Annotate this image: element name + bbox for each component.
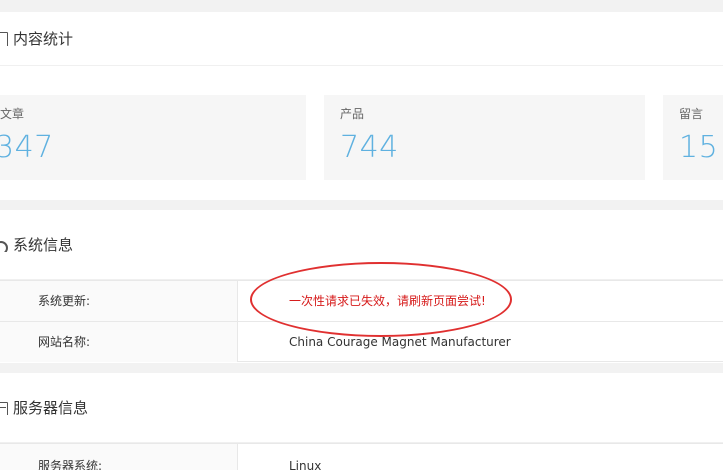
stat-value: 347 bbox=[0, 130, 54, 165]
gear-icon bbox=[0, 238, 8, 252]
content-stats-title: 内容统计 bbox=[13, 30, 74, 48]
stat-articles[interactable]: 文章 347 bbox=[0, 95, 306, 180]
row-label: 系统更新: bbox=[0, 281, 238, 321]
stat-label: 留言 bbox=[679, 107, 704, 121]
row-label: 服务器系统: bbox=[0, 444, 238, 470]
server-info-title: 服务器信息 bbox=[13, 399, 89, 417]
stat-value: 15 bbox=[679, 130, 719, 165]
document-icon bbox=[0, 31, 8, 46]
server-info-header: 服务器信息 bbox=[0, 373, 723, 443]
row-value: Linux bbox=[289, 459, 322, 470]
stats-row: 文章 347 产品 744 留言 15 bbox=[0, 95, 723, 180]
row-label: 网站名称: bbox=[0, 322, 238, 362]
server-icon bbox=[0, 401, 8, 415]
table-row: 服务器系统: Linux bbox=[0, 443, 723, 470]
stat-products[interactable]: 产品 744 bbox=[324, 95, 645, 180]
stat-messages[interactable]: 留言 15 bbox=[663, 95, 723, 180]
stat-label: 产品 bbox=[340, 107, 365, 121]
annotation-ellipse bbox=[250, 262, 512, 337]
system-info-title: 系统信息 bbox=[13, 236, 74, 254]
content-stats-header: 内容统计 bbox=[0, 12, 723, 66]
stat-label: 文章 bbox=[0, 107, 25, 121]
stat-value: 744 bbox=[340, 130, 399, 165]
